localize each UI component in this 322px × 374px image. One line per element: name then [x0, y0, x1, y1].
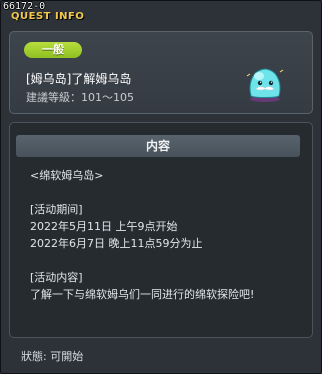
quest-content-panel: 内容 <绵软姆乌岛> [活动期间] 2022年5月11日 上午9点开始 2022… [9, 122, 313, 338]
details-heading: [活动内容] [30, 271, 83, 284]
quest-status: 狀態: 可開始 [21, 350, 84, 363]
slime-mob-icon [246, 68, 284, 102]
content-header: 内容 [16, 135, 300, 157]
content-body: <绵软姆乌岛> [活动期间] 2022年5月11日 上午9点开始 2022年6月… [30, 167, 300, 303]
quest-info-window: 66172-0 QUEST INFO 一般 [姆乌岛]了解姆乌岛 建議等級：10… [0, 0, 322, 374]
window-title: QUEST INFO [11, 11, 85, 22]
quest-summary-panel: 一般 [姆乌岛]了解姆乌岛 建議等級：101～105 [9, 31, 313, 114]
quest-name: [姆乌岛]了解姆乌岛 [26, 72, 132, 86]
quest-type-badge: 一般 [24, 42, 82, 58]
details-text: 了解一下与绵软姆乌们一同进行的绵软探险吧! [30, 288, 255, 301]
level-requirement: 建議等級：101～105 [26, 91, 134, 104]
period-heading: [活动期间] [30, 203, 83, 216]
content-location: <绵软姆乌岛> [30, 169, 104, 182]
period-end: 2022年6月7日 晚上11点59分为止 [30, 237, 203, 250]
period-start: 2022年5月11日 上午9点开始 [30, 220, 178, 233]
